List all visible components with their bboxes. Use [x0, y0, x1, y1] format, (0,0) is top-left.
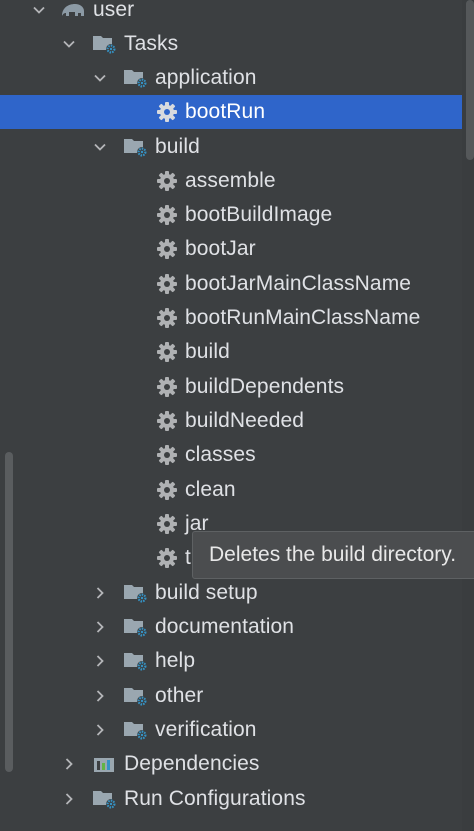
chevron-down-icon[interactable]	[89, 67, 111, 89]
tree-node-group[interactable]: documentation	[0, 610, 462, 644]
gradle-task-tree: user Tasks application bootRun build ass…	[0, 0, 462, 831]
task-folder-icon	[92, 32, 118, 56]
tree-node-task[interactable]: bootJarMainClassName	[0, 267, 462, 301]
gear-icon	[154, 512, 180, 536]
chevron-right-icon[interactable]	[58, 753, 80, 775]
chevron-right-icon[interactable]	[58, 788, 80, 810]
tree-node-task[interactable]: build	[0, 335, 462, 369]
tree-node-task[interactable]: classes	[0, 438, 462, 472]
tree-node-group[interactable]: other	[0, 679, 462, 713]
tree-node-label: Run Configurations	[124, 787, 306, 810]
tree-node-task[interactable]: clean	[0, 473, 462, 507]
gear-icon	[154, 169, 180, 193]
tree-node-label: build	[185, 340, 230, 363]
tree-node-label: verification	[155, 718, 257, 741]
tree-node-task[interactable]: bootRunMainClassName	[0, 301, 462, 335]
tree-node-label: t	[185, 546, 191, 569]
tree-node-label: bootRunMainClassName	[185, 306, 421, 329]
gear-icon	[154, 546, 180, 570]
tree-node-label: other	[155, 684, 204, 707]
chevron-right-icon[interactable]	[89, 616, 111, 638]
tree-node-label: buildNeeded	[185, 409, 305, 432]
tree-node-tasks[interactable]: Tasks	[0, 27, 462, 61]
task-folder-icon	[123, 66, 149, 90]
vertical-scrollbar[interactable]	[466, 0, 474, 160]
tree-node-group-application[interactable]: application	[0, 61, 462, 95]
task-folder-icon	[123, 649, 149, 673]
tree-node-dependencies[interactable]: Dependencies	[0, 747, 462, 781]
tree-node-label: build setup	[155, 581, 258, 604]
tree-node-task[interactable]: buildDependents	[0, 370, 462, 404]
task-folder-icon	[123, 684, 149, 708]
tree-node-group[interactable]: verification	[0, 713, 462, 747]
tree-node-label: classes	[185, 443, 256, 466]
chevron-down-icon[interactable]	[58, 33, 80, 55]
chevron-down-icon[interactable]	[28, 0, 50, 21]
tree-node-label: user	[93, 0, 135, 21]
gear-icon	[154, 443, 180, 467]
dependencies-icon	[92, 752, 118, 776]
tree-node-group[interactable]: help	[0, 644, 462, 678]
chevron-right-icon[interactable]	[89, 685, 111, 707]
gear-icon	[154, 203, 180, 227]
tree-node-project[interactable]: user	[0, 0, 462, 27]
tree-node-label: Tasks	[124, 32, 179, 55]
tree-node-task-bootrun[interactable]: bootRun	[0, 95, 462, 129]
chevron-right-icon[interactable]	[89, 650, 111, 672]
tree-node-run-configurations[interactable]: Run Configurations	[0, 782, 462, 816]
tooltip: Deletes the build directory.	[192, 531, 474, 579]
tree-node-label: bootBuildImage	[185, 203, 333, 226]
tree-node-label: bootJarMainClassName	[185, 272, 412, 295]
tree-node-label: clean	[185, 478, 236, 501]
chevron-down-icon[interactable]	[89, 136, 111, 158]
task-folder-icon	[123, 615, 149, 639]
gear-icon	[154, 100, 180, 124]
tree-node-task[interactable]: bootJar	[0, 232, 462, 266]
scrollbar-thumb[interactable]	[5, 452, 13, 772]
task-folder-icon	[92, 787, 118, 811]
gear-icon	[154, 478, 180, 502]
tooltip-text: Deletes the build directory.	[209, 543, 457, 566]
tree-node-task[interactable]: assemble	[0, 164, 462, 198]
task-folder-icon	[123, 135, 149, 159]
tree-node-label: help	[155, 649, 196, 672]
tree-node-group-build[interactable]: build	[0, 130, 462, 164]
gear-icon	[154, 272, 180, 296]
gear-icon	[154, 237, 180, 261]
task-folder-icon	[123, 718, 149, 742]
tree-node-label: build	[155, 135, 200, 158]
tree-node-label: Dependencies	[124, 752, 260, 775]
tree-node-task[interactable]: bootBuildImage	[0, 198, 462, 232]
gear-icon	[154, 340, 180, 364]
gradle-elephant-icon	[60, 0, 86, 22]
gear-icon	[154, 375, 180, 399]
tree-node-label: assemble	[185, 169, 276, 192]
tree-node-task[interactable]: buildNeeded	[0, 404, 462, 438]
task-folder-icon	[123, 581, 149, 605]
chevron-right-icon[interactable]	[89, 719, 111, 741]
gear-icon	[154, 409, 180, 433]
tree-node-label: buildDependents	[185, 375, 345, 398]
tree-node-label: bootRun	[185, 100, 266, 123]
tree-node-label: application	[155, 66, 257, 89]
gear-icon	[154, 306, 180, 330]
tree-node-label: bootJar	[185, 237, 256, 260]
tree-node-label: documentation	[155, 615, 295, 638]
chevron-right-icon[interactable]	[89, 582, 111, 604]
tree-node-group[interactable]: build setup	[0, 576, 462, 610]
